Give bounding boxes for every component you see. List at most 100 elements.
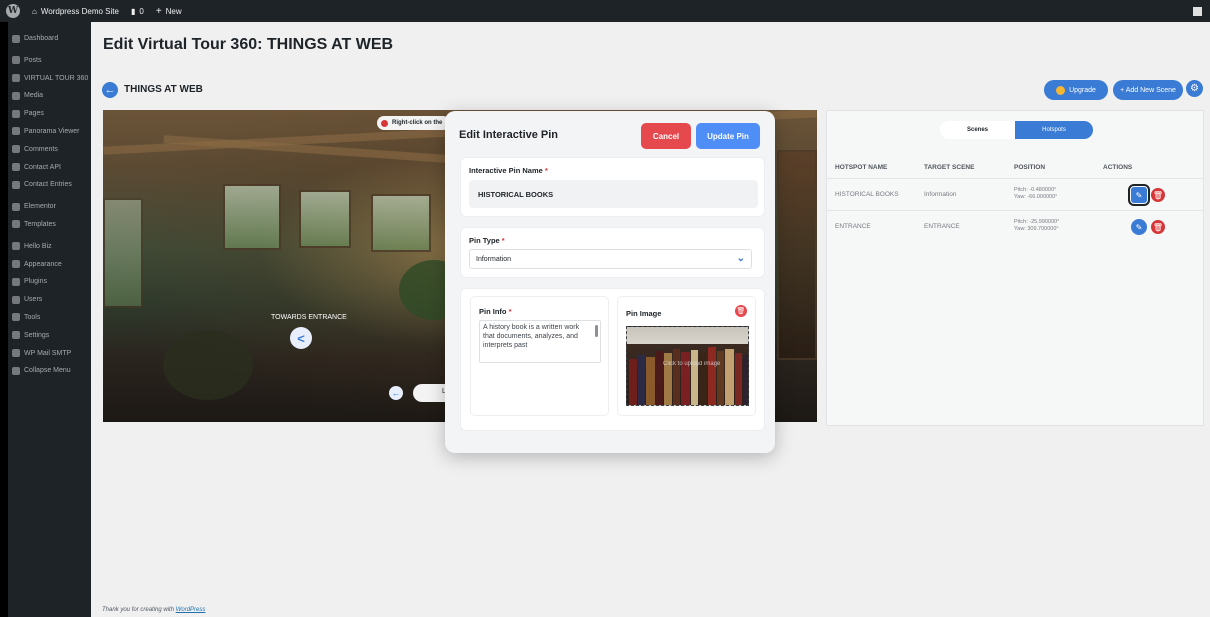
sidebar-item-hello-biz[interactable]: Hello Biz [0,238,91,256]
sidebar-item-wp-mail-smtp[interactable]: WP Mail SMTP [0,345,91,363]
target-scene-cell: Information [924,191,957,198]
position-cell: Pitch: -0.480000° Yaw: -66.000000° [1014,187,1057,201]
new-content-link[interactable]: + New [150,0,188,22]
window [299,190,351,248]
pin-type-card: Pin Type * Information ⌄ [460,227,765,278]
bookshelf [777,150,817,360]
delete-image-button[interactable]: 🗑 [735,305,747,317]
comments-count: 0 [139,6,144,16]
folder-icon [12,220,20,229]
book-spine [656,351,663,405]
comments-link[interactable]: ▮ 0 [125,0,150,22]
sidebar-item-contact-entries[interactable]: Contact Entries [0,176,91,194]
pin-info-panel: Pin Info * A history book is a written w… [470,296,609,416]
hotspot-name-cell: ENTRANCE [835,223,871,230]
plant [163,330,253,400]
sidebar-item-settings[interactable]: Settings [0,327,91,345]
chevron-down-icon: ⌄ [736,253,745,264]
sidebar-item-appearance[interactable]: Appearance [0,256,91,274]
book-spine [743,355,748,405]
hotspot-arrow-icon[interactable]: < [290,327,312,349]
comment-icon: ▮ [130,6,136,16]
pin-type-select[interactable]: Information ⌄ [469,249,752,269]
edit-pin-modal: Edit Interactive Pin Cancel Update Pin I… [445,111,775,453]
right-click-hint-text: Right-click on the [392,120,443,126]
edit-hotspot-button[interactable]: ✎ [1128,184,1150,206]
sidebar-item-collapse-menu[interactable]: Collapse Menu [0,362,91,380]
sidebar-item-users[interactable]: Users [0,291,91,309]
chart-icon [12,163,20,172]
upgrade-button[interactable]: Upgrade [1044,80,1108,100]
sidebar-item-posts[interactable]: Posts [0,52,91,70]
sidebar-item-tools[interactable]: Tools [0,309,91,327]
wordpress-logo-icon: W [6,4,20,18]
sidebar-item-label: Templates [24,220,56,228]
panorama-icon [12,127,20,136]
sidebar-item-templates[interactable]: Templates [0,216,91,234]
pin-name-label-text: Interactive Pin Name [469,166,543,175]
sidebar-item-media[interactable]: Media [0,87,91,105]
hotspots-panel: Scenes Hotspots HOTSPOT NAME TARGET SCEN… [826,110,1204,426]
textarea-scrollbar[interactable] [595,325,598,337]
panorama-icon [12,74,20,83]
pin-info-label: Pin Info * [479,307,512,316]
user-avatar[interactable] [1193,6,1202,16]
yaw-value: Yaw: 309.700000° [1014,226,1059,232]
tab-hotspots[interactable]: Hotspots [1015,121,1093,139]
tab-scenes[interactable]: Scenes [940,121,1015,139]
arrow-left-icon: ← [391,388,401,398]
sidebar-item-comments[interactable]: Comments [0,141,91,159]
sidebar-item-label: Contact Entries [24,181,72,189]
site-name-link[interactable]: ⌂ Wordpress Demo Site [26,0,125,22]
book-spine [717,351,724,405]
wordpress-link[interactable]: WordPress [176,607,206,613]
sidebar-item-contact-api[interactable]: Contact API [0,159,91,177]
user-icon [12,295,20,304]
required-mark: * [544,166,548,175]
gear-icon[interactable]: ⚙ [1186,80,1203,97]
pin-name-input[interactable] [469,180,758,208]
sidebar-item-virtual-tour-360[interactable]: VIRTUAL TOUR 360 [0,70,91,88]
sidebar-item-label: Comments [24,145,58,153]
sidebar-item-elementor[interactable]: Elementor [0,198,91,216]
settings-icon [12,331,20,340]
window [223,184,281,250]
modal-title: Edit Interactive Pin [459,129,559,141]
admin-footer: Thank you for creating with WordPress [102,607,205,613]
cancel-button[interactable]: Cancel [641,123,691,149]
new-label: New [165,6,182,16]
sidebar-item-label: Panorama Viewer [24,127,80,135]
sidebar-item-label: Plugins [24,278,47,286]
sidebar-item-label: WP Mail SMTP [24,349,72,357]
sidebar-item-label: Dashboard [24,35,59,42]
mail-icon [12,349,20,358]
sidebar-item-panorama-viewer[interactable]: Panorama Viewer [0,123,91,141]
sidebar-item-label: Tools [24,313,41,321]
delete-hotspot-button[interactable]: 🗑 [1151,188,1165,202]
sidebar-item-pages[interactable]: Pages [0,105,91,123]
delete-hotspot-button[interactable]: 🗑 [1151,220,1165,234]
nav-left-button[interactable]: ← [389,386,403,400]
window [103,198,143,308]
brush-icon [12,260,20,269]
site-name-label: Wordpress Demo Site [40,6,119,16]
table-row: HISTORICAL BOOKS Information Pitch: -0.4… [827,178,1203,210]
update-pin-button[interactable]: Update Pin [696,123,760,149]
collapse-icon [12,366,20,375]
sidebar-item-dashboard[interactable]: Dashboard [0,30,91,48]
position-cell: Pitch: -25.990000° Yaw: 309.700000° [1014,219,1059,233]
add-new-scene-button[interactable]: + Add New Scene [1113,80,1183,100]
pin-image-preview[interactable]: Click to upload image [626,326,749,406]
comment-icon [12,145,20,154]
right-click-hint: Right-click on the [377,116,451,130]
book-spine [691,350,698,405]
column-header-name: HOTSPOT NAME [835,164,888,171]
pin-info-textarea[interactable]: A history book is a written work that do… [479,320,601,363]
back-button[interactable]: ← [102,82,118,98]
edit-hotspot-button[interactable]: ✎ [1131,219,1147,235]
wp-logo-menu[interactable]: W [0,0,26,22]
book-spine [681,352,690,405]
trash-icon: 🗑 [736,308,746,315]
sidebar-item-plugins[interactable]: Plugins [0,273,91,291]
footer-text: Thank you for creating with [102,607,176,613]
